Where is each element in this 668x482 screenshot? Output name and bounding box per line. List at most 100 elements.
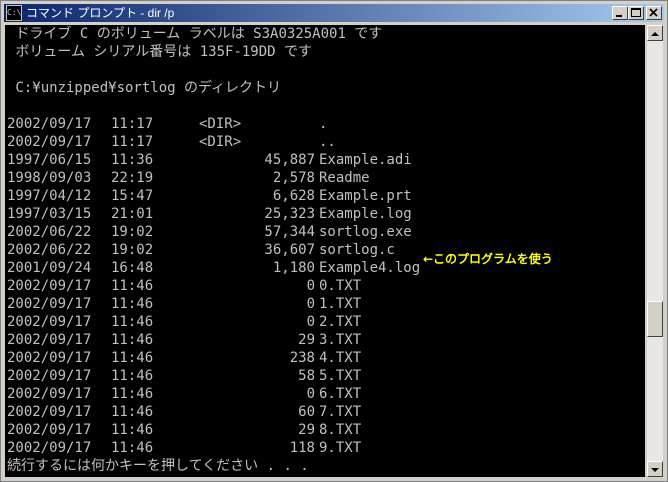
window-title: コマンド プロンプト - dir /p (26, 6, 175, 20)
entry-date: 1998/09/03 (7, 170, 92, 186)
vertical-scrollbar[interactable] (647, 25, 663, 477)
arrow-up-icon (651, 32, 659, 36)
entry-time: 11:46 (111, 422, 154, 438)
maximize-icon (631, 8, 641, 17)
entry-size: 238 (289, 350, 315, 366)
entry-size: 29 (298, 422, 315, 438)
directory-entry-row: 2002/09/17 11:46 29 8.TXT (5, 421, 645, 439)
entry-size: 0 (306, 314, 315, 330)
entry-date: 1997/03/15 (7, 206, 92, 222)
entry-time: 11:46 (111, 368, 154, 384)
entry-time: 19:02 (111, 224, 154, 240)
entry-filename: 5.TXT (319, 368, 362, 384)
entry-date: 2002/06/22 (7, 224, 92, 240)
arrow-down-icon (651, 468, 659, 472)
title-bar[interactable]: C:\ コマンド プロンプト - dir /p (4, 4, 664, 22)
entry-size: 118 (289, 440, 315, 456)
entry-date: 2002/09/17 (7, 350, 92, 366)
maximize-button[interactable] (628, 6, 644, 20)
entry-filename: 1.TXT (319, 296, 362, 312)
entry-size: 6,628 (272, 188, 315, 204)
entry-filename: 2.TXT (319, 314, 362, 330)
directory-entry-row: 1997/03/15 21:01 25,323 Example.log (5, 205, 645, 223)
entry-date: 2002/06/22 (7, 242, 92, 258)
entry-date: 2002/09/17 (7, 404, 92, 420)
entry-filename: Readme (319, 170, 370, 186)
entry-filename: . (319, 116, 328, 132)
minimize-button[interactable] (612, 6, 628, 20)
directory-entry-row: 2002/09/17 11:46 60 7.TXT (5, 403, 645, 421)
entry-date: 2002/09/17 (7, 422, 92, 438)
entry-filename: 6.TXT (319, 386, 362, 402)
entry-filename: 8.TXT (319, 422, 362, 438)
entry-date: 1997/04/12 (7, 188, 92, 204)
scroll-thumb[interactable] (647, 301, 663, 337)
directory-entry-row: 2002/09/17 11:17 <DIR>. (5, 115, 645, 133)
entry-filename: Example.adi (319, 152, 412, 168)
directory-entry-row: 2002/09/17 11:46 58 5.TXT (5, 367, 645, 385)
console-app-icon[interactable]: C:\ (6, 5, 22, 21)
command-prompt-window: C:\ コマンド プロンプト - dir /p ドライブ C のボリューム ラベ… (0, 0, 668, 482)
continue-prompt: 続行するには何かキーを押してください . . . (7, 458, 309, 474)
scroll-up-button[interactable] (647, 25, 663, 41)
entry-filename: 3.TXT (319, 332, 362, 348)
entry-time: 11:46 (111, 278, 154, 294)
scroll-down-button[interactable] (647, 461, 663, 477)
entry-time: 16:48 (111, 260, 154, 276)
entry-time: 11:46 (111, 314, 154, 330)
entry-size: 2,578 (272, 170, 315, 186)
console-header-line: ドライブ C のボリューム ラベルは S3A0325A001 です (7, 26, 383, 42)
entry-date: 2002/09/17 (7, 332, 92, 348)
entry-size: 0 (306, 278, 315, 294)
directory-entry-row: 1997/04/12 15:47 6,628 Example.prt (5, 187, 645, 205)
entry-size: 36,607 (264, 242, 315, 258)
entry-size: 1,180 (272, 260, 315, 276)
entry-time: 11:46 (111, 440, 154, 456)
entry-filename: Example4.log (319, 260, 421, 276)
entry-time: 11:46 (111, 386, 154, 402)
entry-filename: 9.TXT (319, 440, 362, 456)
directory-entry-row: 2002/09/17 11:46 29 3.TXT (5, 331, 645, 349)
entry-dir-marker: <DIR> (199, 134, 242, 150)
entry-time: 21:01 (111, 206, 154, 222)
entry-time: 19:02 (111, 242, 154, 258)
entry-date: 2002/09/17 (7, 368, 92, 384)
console-header-line: C:¥unzipped¥sortlog のディレクトリ (7, 80, 282, 96)
entry-date: 2002/09/17 (7, 314, 92, 330)
entry-time: 11:46 (111, 296, 154, 312)
close-button[interactable] (646, 6, 662, 20)
entry-time: 11:17 (111, 116, 154, 132)
entry-time: 22:19 (111, 170, 154, 186)
entry-filename: sortlog.c (319, 242, 395, 258)
entry-time: 11:46 (111, 332, 154, 348)
directory-entry-row: 1998/09/03 22:19 2,578 Readme (5, 169, 645, 187)
entry-date: 2002/09/17 (7, 134, 92, 150)
entry-date: 2002/09/17 (7, 296, 92, 312)
directory-entry-row: 1997/06/15 11:36 45,887 Example.adi (5, 151, 645, 169)
console-header-line: ボリューム シリアル番号は 135F-19DD です (7, 44, 313, 60)
close-icon (649, 8, 658, 17)
entry-date: 2002/09/17 (7, 116, 92, 132)
entry-size: 0 (306, 386, 315, 402)
directory-entry-row: 2002/09/17 11:46 0 1.TXT (5, 295, 645, 313)
entry-time: 11:46 (111, 404, 154, 420)
entry-filename: sortlog.exe (319, 224, 412, 240)
entry-size: 58 (298, 368, 315, 384)
entry-filename: Example.log (319, 206, 412, 222)
entry-time: 11:36 (111, 152, 154, 168)
entry-date: 2002/09/17 (7, 386, 92, 402)
entry-size: 45,887 (264, 152, 315, 168)
directory-entry-row: 2002/09/17 11:46 0 0.TXT (5, 277, 645, 295)
console-output[interactable]: ドライブ C のボリューム ラベルは S3A0325A001 です ボリューム … (5, 25, 645, 477)
entry-filename: 4.TXT (319, 350, 362, 366)
directory-entry-row: 2002/06/22 19:02 57,344 sortlog.exe (5, 223, 645, 241)
directory-entry-row: 2002/09/17 11:46 238 4.TXT (5, 349, 645, 367)
entry-time: 11:46 (111, 350, 154, 366)
entry-size: 29 (298, 332, 315, 348)
entry-size: 25,323 (264, 206, 315, 222)
entry-filename: 7.TXT (319, 404, 362, 420)
entry-filename: .. (319, 134, 336, 150)
entry-date: 2002/09/17 (7, 440, 92, 456)
entry-dir-marker: <DIR> (199, 116, 242, 132)
entry-size: 0 (306, 296, 315, 312)
